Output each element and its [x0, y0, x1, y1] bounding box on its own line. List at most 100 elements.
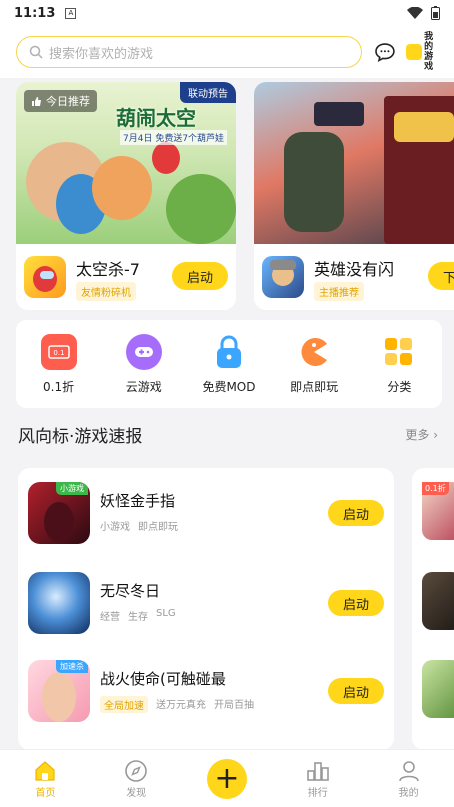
quick-link-category[interactable]: 分类	[364, 334, 434, 395]
game-tag: SLG	[156, 608, 176, 619]
svg-text:0.1: 0.1	[53, 349, 64, 357]
art-monster	[284, 132, 344, 232]
more-link[interactable]: 更多 ›	[405, 426, 438, 443]
quick-link-free-mod[interactable]: 免费MOD	[194, 334, 264, 395]
my-games-button[interactable]: 我的 游戏	[406, 32, 442, 72]
start-button[interactable]: 启动	[328, 678, 384, 704]
quick-link-instant-play[interactable]: 即点即玩	[279, 334, 349, 395]
today-recommend-tag: 今日推荐	[24, 90, 97, 112]
bottom-tab-bar: 首页 发现 + 排行 我的	[0, 749, 454, 807]
battery-icon	[431, 6, 440, 20]
tab-ranking[interactable]: 排行	[288, 758, 348, 799]
more-label: 更多	[405, 428, 430, 442]
crewmate-icon	[33, 266, 57, 292]
section-title: 风向标·游戏速报	[18, 427, 143, 447]
home-icon	[33, 758, 57, 784]
gamepad-icon	[406, 44, 423, 60]
quick-link-label: 分类	[387, 379, 412, 394]
list-item[interactable]: 无尽冬日 经营 生存 SLG 启动	[28, 572, 384, 636]
game-tag: 友情粉碎机	[76, 282, 136, 301]
game-art	[42, 672, 76, 722]
preview-badge: 联动预告	[180, 82, 236, 103]
start-button[interactable]: 启动	[172, 262, 228, 290]
quick-link-cloud-game[interactable]: 云游戏	[109, 333, 179, 395]
start-button[interactable]: 启动	[328, 590, 384, 616]
compass-icon	[124, 758, 148, 784]
game-tags: 经营 生存 SLG	[100, 608, 176, 623]
art-frog	[166, 174, 236, 244]
tab-profile[interactable]: 我的	[379, 758, 439, 799]
lock-icon	[211, 334, 247, 370]
game-tag: 经营	[100, 612, 120, 623]
tab-home[interactable]: 首页	[15, 758, 75, 799]
banner-card[interactable]: 英雄没有闪 主播推荐 下载	[254, 82, 454, 310]
top-bar: 搜索你喜欢的游戏 我的 游戏	[0, 26, 454, 78]
game-tag: 主播推荐	[314, 282, 364, 301]
my-games-label: 我的 游戏	[424, 32, 442, 72]
game-icon	[262, 256, 304, 298]
banner-info: 太空杀-7 友情粉碎机 启动	[16, 244, 236, 310]
game-news-list: 小游戏 妖怪金手指 小游戏 即点即玩 启动 无尽冬日 经营 生存 SLG 启动 …	[18, 468, 394, 750]
game-tag: 即点即玩	[138, 522, 178, 533]
game-icon	[422, 572, 454, 630]
quick-link-discount[interactable]: 0.1 0.1折	[24, 333, 94, 395]
game-name: 战火使命(可触碰最	[100, 670, 226, 688]
quick-link-label: 云游戏	[125, 379, 162, 394]
game-tag: 生存	[128, 612, 148, 623]
game-tags: 全局加速 送万元真充 开局百抽	[100, 696, 254, 713]
banner-card[interactable]: 葫闹太空 7月4日 免费送7个葫芦娃 今日推荐 联动预告 太空杀-7 友情粉碎机…	[16, 82, 236, 310]
game-icon: 加速杀	[28, 660, 90, 722]
section-header: 风向标·游戏速报 更多 ›	[18, 422, 438, 447]
game-badge: 0.1折	[422, 482, 449, 495]
visor-icon	[40, 271, 54, 279]
quick-link-label: 0.1折	[43, 379, 75, 394]
game-icon	[24, 256, 66, 298]
game-icon	[422, 660, 454, 718]
art-banner	[314, 102, 364, 126]
game-name: 妖怪金手指	[100, 492, 176, 510]
game-name: 太空杀-7	[76, 260, 140, 279]
message-icon[interactable]	[374, 42, 396, 62]
game-tags: 小游戏 即点即玩	[100, 518, 178, 533]
tab-label: 我的	[398, 788, 419, 799]
banner-art-title: 葫闹太空	[116, 106, 196, 130]
game-tag-highlight: 全局加速	[100, 696, 148, 713]
status-bar: 11:13 A	[0, 0, 454, 26]
game-name: 英雄没有闪	[314, 260, 395, 279]
banner-carousel[interactable]: 葫闹太空 7月4日 免费送7个葫芦娃 今日推荐 联动预告 太空杀-7 友情粉碎机…	[16, 82, 454, 310]
game-badge: 加速杀	[56, 660, 88, 673]
quick-links: 0.1 0.1折 云游戏 免费MOD 即点即玩 分类	[16, 320, 442, 408]
sim-icon: A	[65, 7, 77, 19]
my-games-line1: 我的	[424, 32, 434, 52]
profile-icon	[397, 758, 421, 784]
download-button[interactable]: 下载	[428, 262, 454, 290]
quick-link-label: 即点即玩	[290, 379, 339, 394]
cloud-gamepad-icon	[125, 333, 162, 370]
game-art	[44, 502, 74, 542]
banner-info: 英雄没有闪 主播推荐 下载	[254, 244, 454, 310]
tab-label: 发现	[126, 788, 147, 799]
tab-label: 首页	[35, 788, 56, 799]
banner-artwork: 葫闹太空 7月4日 免费送7个葫芦娃 今日推荐 联动预告	[16, 82, 236, 244]
list-item[interactable]: 小游戏 妖怪金手指 小游戏 即点即玩 启动	[28, 482, 384, 546]
wifi-icon	[407, 7, 423, 19]
list-item[interactable]: 加速杀 战火使命(可触碰最 全局加速 送万元真充 开局百抽 启动	[28, 660, 384, 724]
today-recommend-label: 今日推荐	[46, 95, 90, 108]
start-button[interactable]: 启动	[328, 500, 384, 526]
banner-art-date: 7月4日 免费送7个葫芦娃	[120, 130, 228, 145]
art-logo	[394, 112, 454, 142]
quick-link-label: 免费MOD	[202, 379, 256, 394]
art-crewmate	[152, 142, 180, 174]
tab-add[interactable]: +	[197, 758, 257, 799]
search-input[interactable]: 搜索你喜欢的游戏	[16, 36, 363, 68]
banner-artwork	[254, 82, 454, 244]
thumbs-up-icon	[32, 96, 41, 106]
search-icon	[29, 45, 43, 59]
search-placeholder: 搜索你喜欢的游戏	[49, 46, 154, 62]
tab-discover[interactable]: 发现	[106, 758, 166, 799]
next-list-card[interactable]: 0.1折	[412, 468, 454, 750]
game-icon: 小游戏	[28, 482, 90, 544]
chevron-right-icon: ›	[429, 428, 438, 442]
game-tag: 送万元真充	[156, 700, 206, 711]
game-badge: 小游戏	[56, 482, 88, 495]
